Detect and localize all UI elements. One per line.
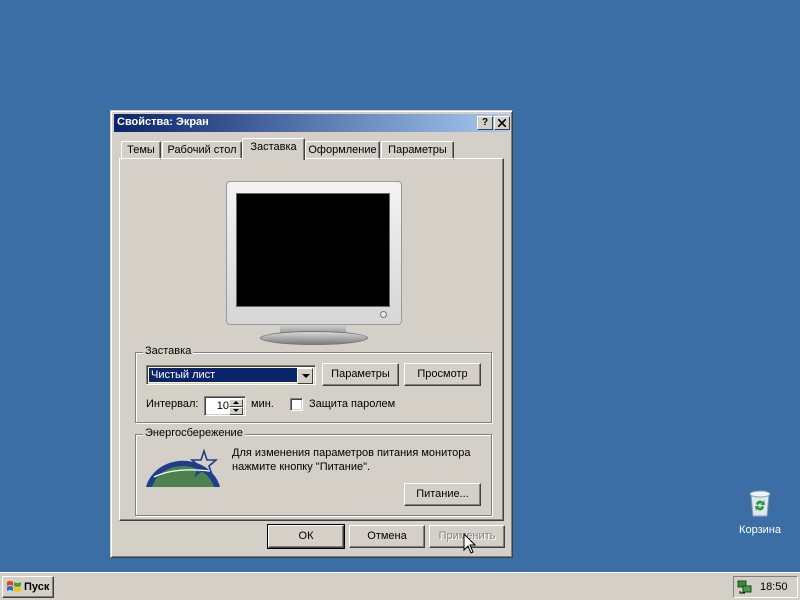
help-button[interactable]: ?	[477, 116, 493, 130]
interval-unit: мин.	[251, 398, 274, 410]
power-group: Энергосбережение Для изменения параметро…	[135, 427, 492, 516]
power-description-line2: нажмите кнопку "Питание".	[232, 461, 371, 473]
cancel-button-label: Отмена	[367, 530, 407, 542]
desktop-icon-label: Корзина	[739, 524, 781, 536]
energy-star-logo	[144, 447, 224, 489]
tab-panel-screensaver: Заставка Чистый лист Параметры Просмотр …	[119, 158, 504, 521]
monitor-screen	[236, 193, 390, 307]
password-checkbox[interactable]	[290, 398, 303, 411]
interval-value: 10	[216, 400, 229, 412]
cancel-button[interactable]: Отмена	[349, 525, 425, 548]
screensaver-select[interactable]: Чистый лист	[146, 365, 316, 385]
start-button[interactable]: Пуск	[2, 576, 54, 598]
ok-button[interactable]: ОК	[267, 524, 345, 549]
close-icon	[497, 118, 507, 128]
monitor-icon	[226, 181, 402, 325]
start-label: Пуск	[24, 581, 50, 593]
chevron-down-icon[interactable]	[297, 368, 313, 384]
screensaver-select-value: Чистый лист	[148, 367, 298, 383]
interval-stepper[interactable]: 10	[204, 396, 246, 416]
recycle-bin-icon	[747, 488, 773, 518]
power-button-label: Питание...	[416, 488, 469, 500]
screensaver-preview-label: Просмотр	[417, 368, 468, 380]
screensaver-group-label: Заставка	[143, 345, 194, 357]
clock[interactable]: 18:50	[760, 581, 788, 593]
system-tray: 18:50	[733, 576, 798, 598]
title-bar[interactable]: Свойства: Экран ?	[114, 114, 510, 132]
screensaver-group: Заставка Чистый лист Параметры Просмотр …	[135, 345, 492, 423]
interval-label: Интервал:	[146, 398, 199, 410]
password-label[interactable]: Защита паролем	[309, 398, 395, 410]
power-group-label: Энергосбережение	[143, 427, 245, 439]
screensaver-settings-label: Параметры	[331, 368, 390, 380]
network-icon[interactable]	[737, 579, 753, 595]
monitor-power-led	[380, 311, 387, 318]
desktop-icon-recycle-bin[interactable]: Корзина	[730, 486, 790, 542]
screensaver-preview-button[interactable]: Просмотр	[404, 363, 481, 386]
power-description-line1: Для изменения параметров питания монитор…	[232, 447, 471, 459]
mouse-cursor-icon	[463, 532, 477, 558]
display-properties-window: Свойства: Экран ? Темы Рабочий стол Заст…	[110, 110, 513, 558]
windows-logo-icon	[7, 581, 21, 592]
close-button[interactable]	[494, 116, 510, 130]
stepper-up-icon[interactable]	[229, 399, 243, 407]
power-button[interactable]: Питание...	[404, 483, 481, 506]
screensaver-settings-button[interactable]: Параметры	[322, 363, 399, 386]
monitor-base	[260, 331, 368, 345]
window-title: Свойства: Экран	[117, 116, 209, 128]
ok-button-label: ОК	[298, 530, 314, 542]
tab-screensaver[interactable]: Заставка	[242, 138, 305, 160]
stepper-down-icon[interactable]	[229, 407, 243, 415]
taskbar: Пуск 18:50	[0, 572, 800, 600]
